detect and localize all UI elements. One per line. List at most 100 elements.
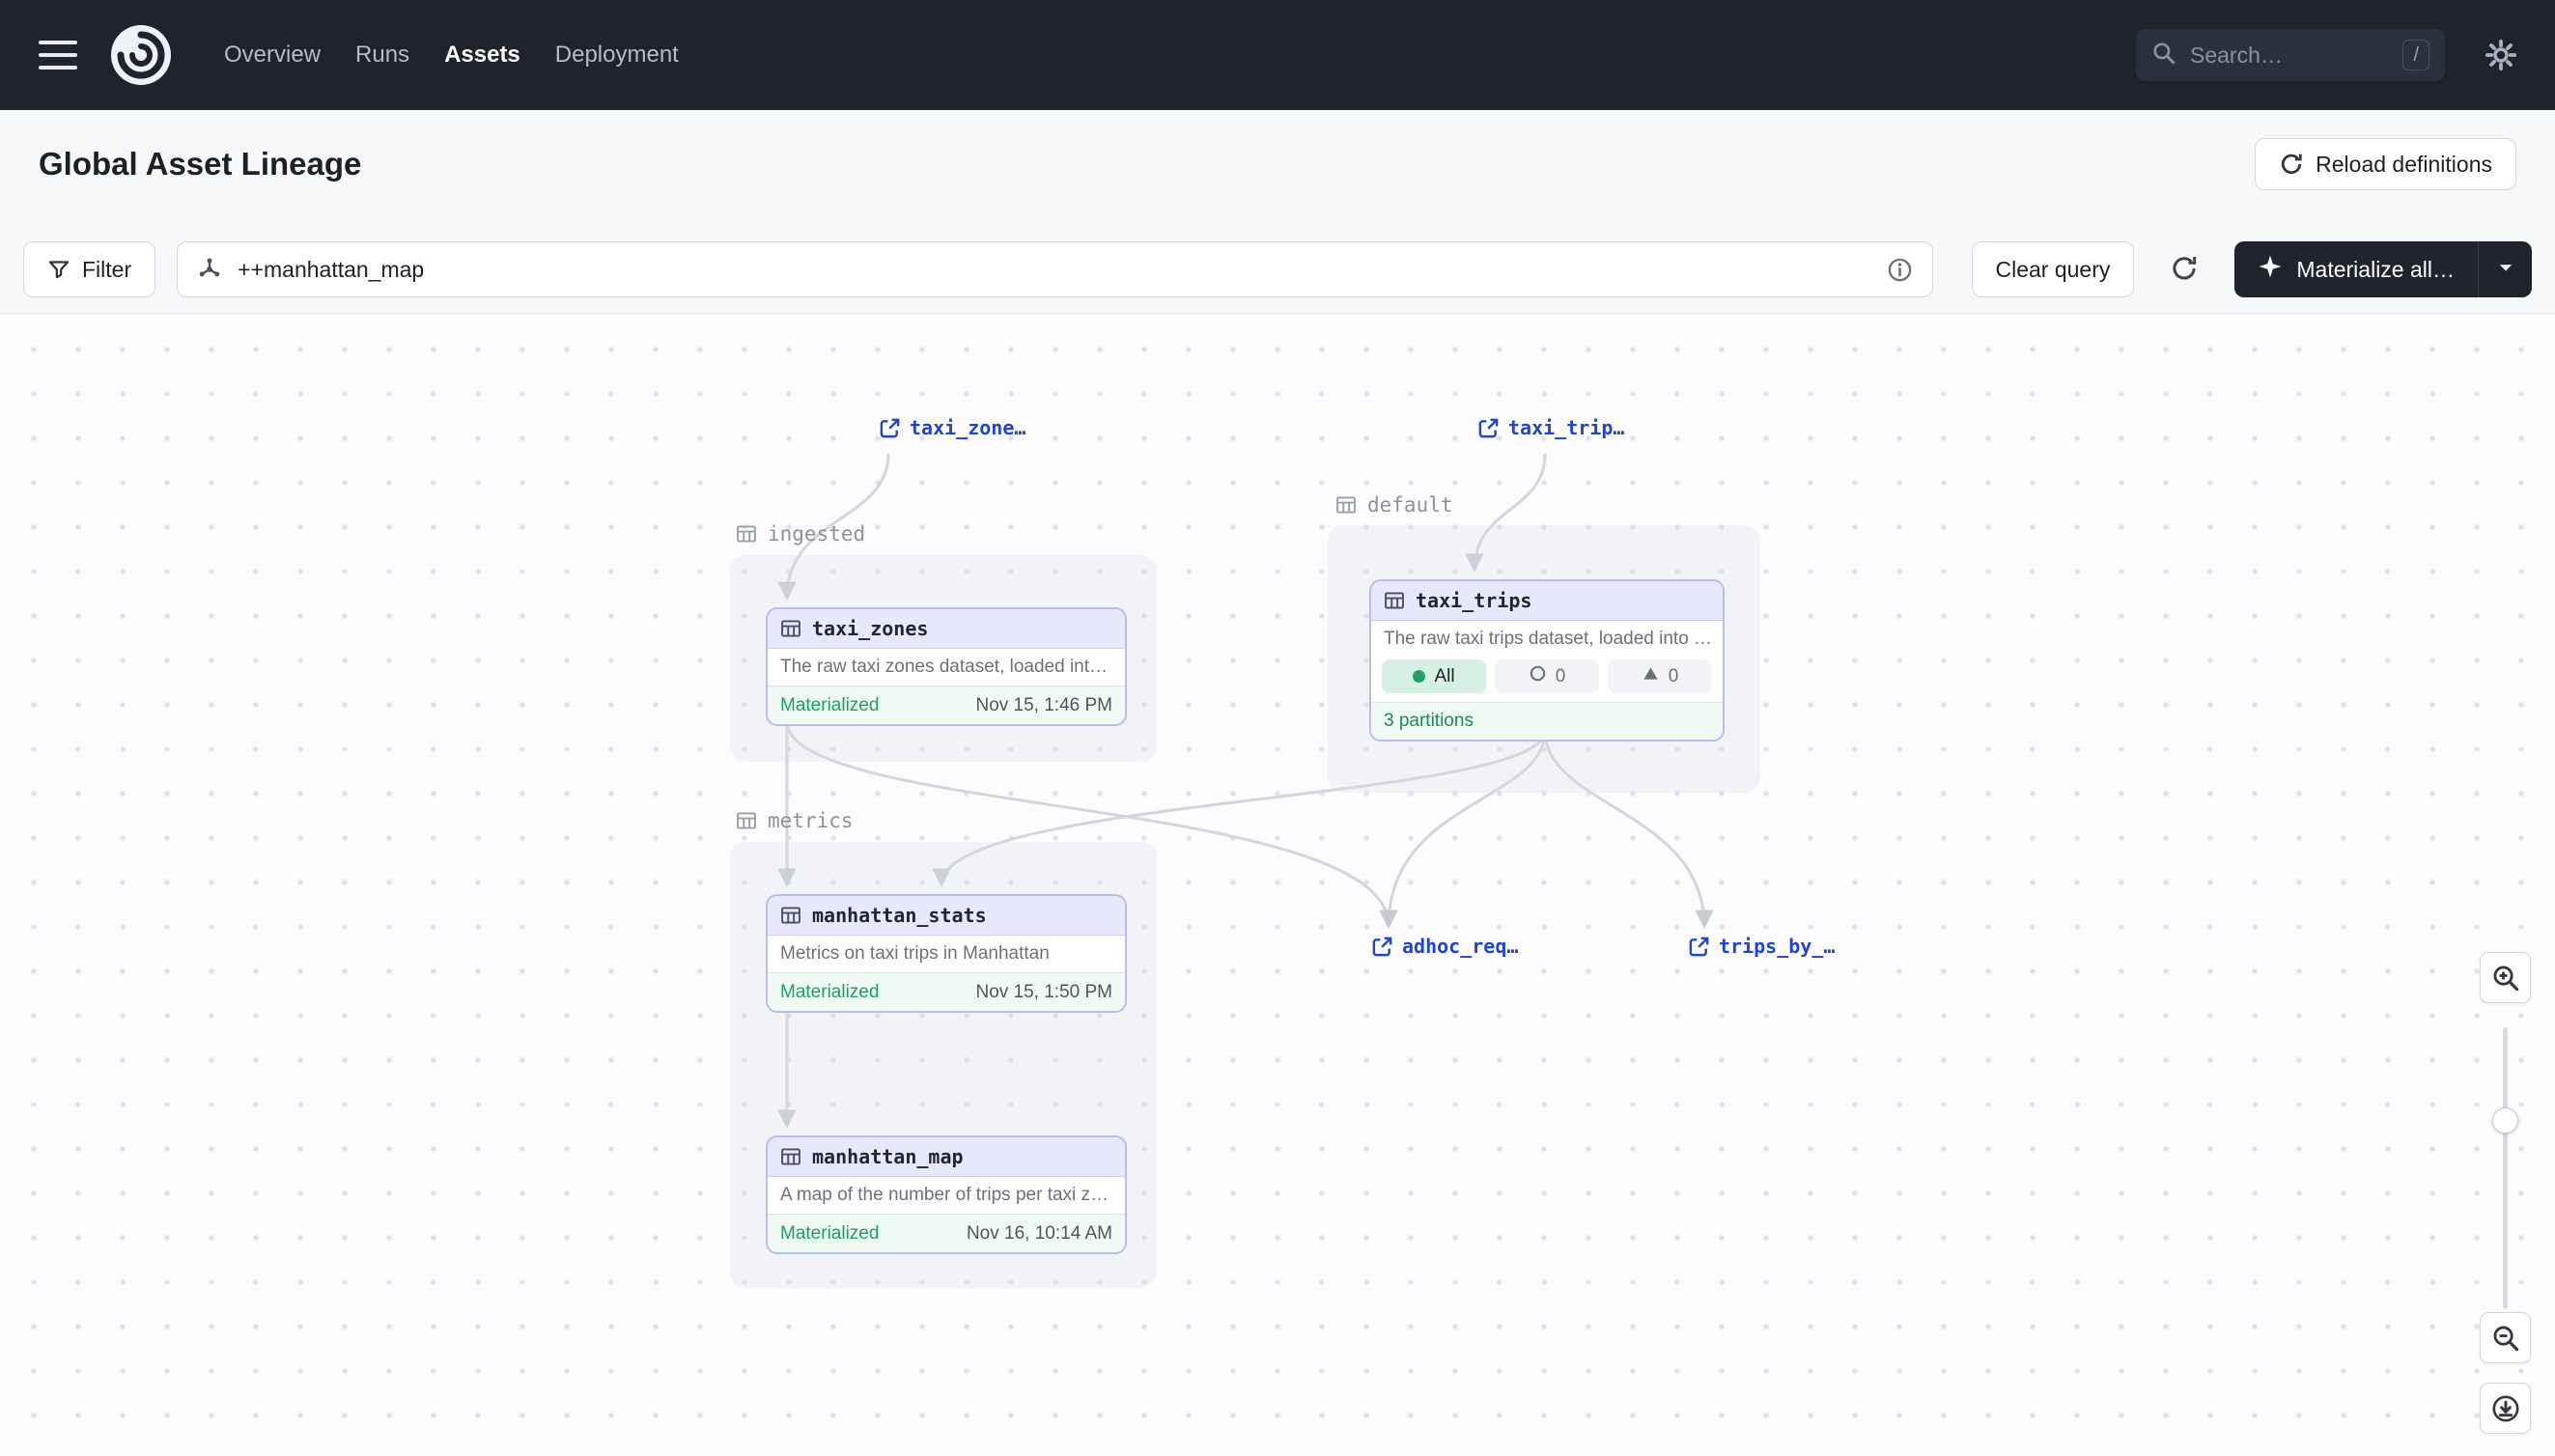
materialize-all-button[interactable]: Materialize all… — [2234, 241, 2532, 297]
dagster-logo-icon[interactable] — [110, 24, 172, 86]
zoom-in-button[interactable] — [2480, 952, 2531, 1003]
asset-footer: Materialized Nov 16, 10:14 AM — [768, 1214, 1125, 1252]
materialize-dropdown-toggle[interactable] — [2478, 241, 2532, 297]
asset-node-taxi-zones[interactable]: taxi_zones The raw taxi zones dataset, l… — [766, 607, 1127, 726]
search-box[interactable]: / — [2136, 29, 2445, 81]
external-asset-label: trips_by_… — [1719, 935, 1835, 958]
sparkle-icon — [2258, 254, 2283, 285]
asset-node-header: manhattan_map — [768, 1137, 1125, 1177]
asset-description: The raw taxi trips dataset, loaded into … — [1371, 621, 1723, 658]
lineage-edges — [0, 314, 2555, 1456]
selection-graph-icon — [197, 257, 222, 282]
asset-description: The raw taxi zones dataset, loaded int… — [768, 649, 1125, 686]
external-asset-taxi-trip[interactable]: taxi_trip… — [1477, 416, 1624, 439]
filter-button[interactable]: Filter — [23, 241, 155, 297]
external-asset-taxi-zone[interactable]: taxi_zone… — [879, 416, 1025, 439]
group-label-metrics[interactable]: metrics — [736, 809, 854, 832]
refresh-query-button[interactable] — [2157, 241, 2211, 297]
asset-selection-input[interactable] — [236, 256, 1872, 284]
chevron-down-icon — [2495, 257, 2516, 283]
external-asset-trips-by-week[interactable]: trips_by_… — [1688, 935, 1835, 958]
zoom-slider-handle[interactable] — [2492, 1107, 2518, 1134]
group-table-icon — [736, 810, 757, 831]
asset-node-manhattan-stats[interactable]: manhattan_stats Metrics on taxi trips in… — [766, 894, 1127, 1013]
materialize-all-label: Materialize all… — [2296, 257, 2455, 283]
asset-node-header: manhattan_stats — [768, 896, 1125, 936]
external-link-icon — [1371, 936, 1393, 958]
asset-name: taxi_trips — [1416, 589, 1531, 612]
asset-footer: Materialized Nov 15, 1:50 PM — [768, 972, 1125, 1011]
partition-health-row: All 0 0 — [1371, 658, 1723, 702]
status-badge: Materialized — [780, 982, 879, 1003]
reload-definitions-button[interactable]: Reload definitions — [2255, 138, 2516, 190]
table-icon — [780, 905, 801, 926]
asset-node-taxi-trips[interactable]: taxi_trips The raw taxi trips dataset, l… — [1369, 579, 1725, 742]
asset-description: Metrics on taxi trips in Manhattan — [768, 936, 1125, 972]
refresh-icon — [2170, 254, 2199, 286]
search-shortcut-key: / — [2402, 40, 2429, 70]
nav-item-overview[interactable]: Overview — [224, 42, 321, 69]
status-badge: Materialized — [780, 695, 879, 716]
lineage-canvas[interactable]: ingested default metrics taxi_zone… ta — [0, 313, 2555, 1456]
materialization-timestamp: Nov 16, 10:14 AM — [967, 1223, 1112, 1245]
search-input[interactable] — [2188, 42, 2391, 70]
partition-pill-missing[interactable]: 0 — [1495, 659, 1599, 693]
asset-name: manhattan_map — [812, 1145, 964, 1168]
nav-right: / — [2136, 29, 2516, 81]
page-header: Global Asset Lineage Reload definitions — [0, 110, 2555, 218]
status-badge: Materialized — [780, 1223, 879, 1245]
group-label-default[interactable]: default — [1335, 493, 1453, 517]
external-asset-label: taxi_trip… — [1508, 416, 1624, 439]
nav-item-assets[interactable]: Assets — [444, 42, 520, 69]
top-nav: Overview Runs Assets Deployment / — [0, 0, 2555, 110]
nav-links: Overview Runs Assets Deployment — [224, 42, 679, 69]
page-title: Global Asset Lineage — [39, 146, 361, 182]
group-table-icon — [736, 523, 757, 545]
lineage-toolbar: Filter Clear query — [23, 241, 2532, 297]
filter-label: Filter — [82, 257, 131, 283]
external-asset-adhoc-request[interactable]: adhoc_req… — [1371, 935, 1518, 958]
nav-item-runs[interactable]: Runs — [355, 42, 409, 69]
group-table-icon — [1335, 494, 1357, 516]
partition-pill-all[interactable]: All — [1382, 659, 1486, 693]
asset-description: A map of the number of trips per taxi z… — [768, 1177, 1125, 1214]
asset-name: taxi_zones — [812, 617, 928, 640]
download-view-button[interactable] — [2480, 1383, 2531, 1434]
materialization-timestamp: Nov 15, 1:46 PM — [975, 695, 1112, 716]
asset-node-header: taxi_zones — [768, 609, 1125, 649]
partitions-count-link[interactable]: 3 partitions — [1371, 702, 1723, 740]
info-icon[interactable] — [1887, 257, 1913, 283]
clear-query-label: Clear query — [1996, 257, 2111, 283]
partitions-count-label: 3 partitions — [1384, 711, 1474, 732]
partition-all-label: All — [1434, 666, 1454, 687]
partition-pill-failed[interactable]: 0 — [1608, 659, 1712, 693]
table-icon — [1384, 590, 1405, 611]
zoom-out-button[interactable] — [2480, 1312, 2531, 1363]
zoom-slider-track[interactable] — [2503, 1027, 2508, 1309]
partition-count: 0 — [1669, 666, 1679, 687]
asset-footer: Materialized Nov 15, 1:46 PM — [768, 686, 1125, 724]
asset-node-header: taxi_trips — [1371, 581, 1723, 621]
group-name: metrics — [768, 809, 854, 832]
partition-count: 0 — [1556, 666, 1566, 687]
group-label-ingested[interactable]: ingested — [736, 522, 865, 546]
search-icon — [2151, 41, 2176, 70]
nav-item-deployment[interactable]: Deployment — [555, 42, 679, 69]
clear-query-button[interactable]: Clear query — [1972, 241, 2135, 297]
external-link-icon — [1477, 417, 1500, 439]
menu-icon[interactable] — [39, 41, 77, 70]
asset-node-manhattan-map[interactable]: manhattan_map A map of the number of tri… — [766, 1135, 1127, 1254]
materialized-dot-icon — [1413, 670, 1425, 683]
group-name: ingested — [768, 522, 865, 546]
settings-gear-icon[interactable] — [2485, 40, 2516, 70]
reload-definitions-label: Reload definitions — [2316, 152, 2492, 178]
table-icon — [780, 1146, 801, 1167]
materialize-all-main[interactable]: Materialize all… — [2234, 241, 2478, 297]
external-asset-label: adhoc_req… — [1402, 935, 1518, 958]
asset-name: manhattan_stats — [812, 904, 987, 927]
circle-outline-icon — [1529, 664, 1547, 688]
external-link-icon — [879, 417, 901, 439]
funnel-icon — [47, 258, 70, 281]
external-asset-label: taxi_zone… — [910, 416, 1025, 439]
group-name: default — [1367, 493, 1453, 517]
